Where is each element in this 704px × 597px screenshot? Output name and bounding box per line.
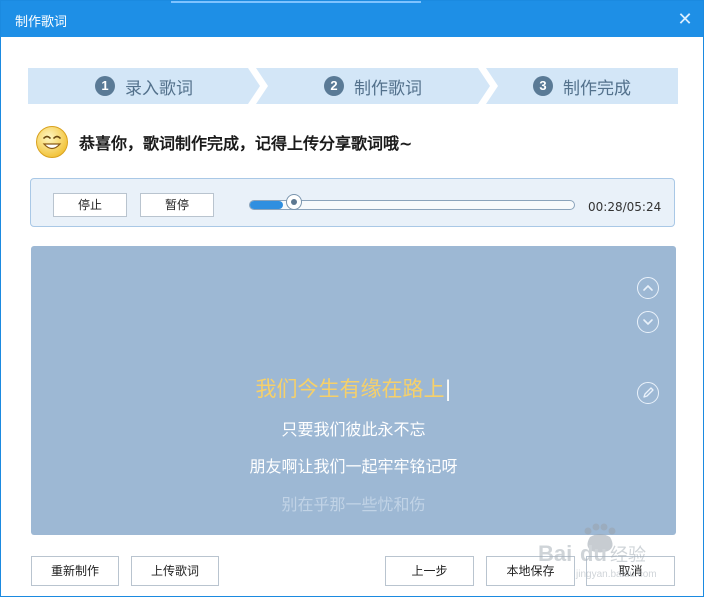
- pause-button[interactable]: 暂停: [140, 193, 214, 217]
- step-1: 1 录入歌词: [28, 68, 260, 104]
- current-lyric-text: 我们今生有缘在路上: [255, 377, 445, 401]
- scroll-down-icon[interactable]: [637, 311, 659, 333]
- window-title: 制作歌词: [15, 15, 68, 30]
- player-bar: 停止 暂停 00:28/05:24: [30, 178, 675, 227]
- current-lyric-line: 我们今生有缘在路上|: [31, 373, 676, 403]
- lyric-line: 只要我们彼此永不忘: [281, 420, 426, 439]
- close-icon[interactable]: ✕: [675, 9, 695, 29]
- redo-button[interactable]: 重新制作: [31, 556, 119, 586]
- step-number: 1: [95, 76, 115, 96]
- congrats-message: 恭喜你，歌词制作完成，记得上传分享歌词哦~: [35, 125, 412, 159]
- save-local-button[interactable]: 本地保存: [486, 556, 575, 586]
- text-caret: |: [444, 377, 452, 401]
- step-number: 2: [324, 76, 344, 96]
- title-bar[interactable]: 制作歌词 ✕: [1, 1, 703, 37]
- lyrics-preview: 我们今生有缘在路上| 只要我们彼此永不忘 朋友啊让我们一起牢牢铭记呀 别在乎那一…: [31, 246, 676, 535]
- step-indicator: 1 录入歌词 2 制作歌词 3 制作完成: [28, 68, 678, 104]
- lyric-line: 别在乎那一些忧和伤: [281, 495, 426, 514]
- time-readout: 00:28/05:24: [588, 200, 662, 214]
- step-label: 录入歌词: [125, 78, 193, 99]
- step-number: 3: [533, 76, 553, 96]
- congrats-text: 恭喜你，歌词制作完成，记得上传分享歌词哦~: [79, 134, 413, 153]
- step-label: 制作歌词: [354, 78, 422, 99]
- progress-thumb[interactable]: [286, 194, 302, 210]
- edit-icon[interactable]: [637, 382, 659, 404]
- step-3: 3 制作完成: [486, 68, 678, 104]
- lyrics-maker-window: 制作歌词 ✕ 1 录入歌词 2 制作歌词 3 制作完成 恭喜你，歌词制作完成，记…: [0, 0, 704, 597]
- title-bar-accent: [171, 1, 421, 3]
- smiley-icon: [36, 126, 68, 158]
- scroll-up-icon[interactable]: [637, 277, 659, 299]
- step-2: 2 制作歌词: [256, 68, 490, 104]
- progress-fill: [250, 201, 283, 209]
- previous-step-button[interactable]: 上一步: [385, 556, 474, 586]
- lyric-line: 朋友啊让我们一起牢牢铭记呀: [249, 457, 458, 476]
- stop-button[interactable]: 停止: [53, 193, 127, 217]
- cancel-button[interactable]: 取消: [586, 556, 675, 586]
- step-label: 制作完成: [563, 78, 631, 99]
- upload-lyrics-button[interactable]: 上传歌词: [131, 556, 219, 586]
